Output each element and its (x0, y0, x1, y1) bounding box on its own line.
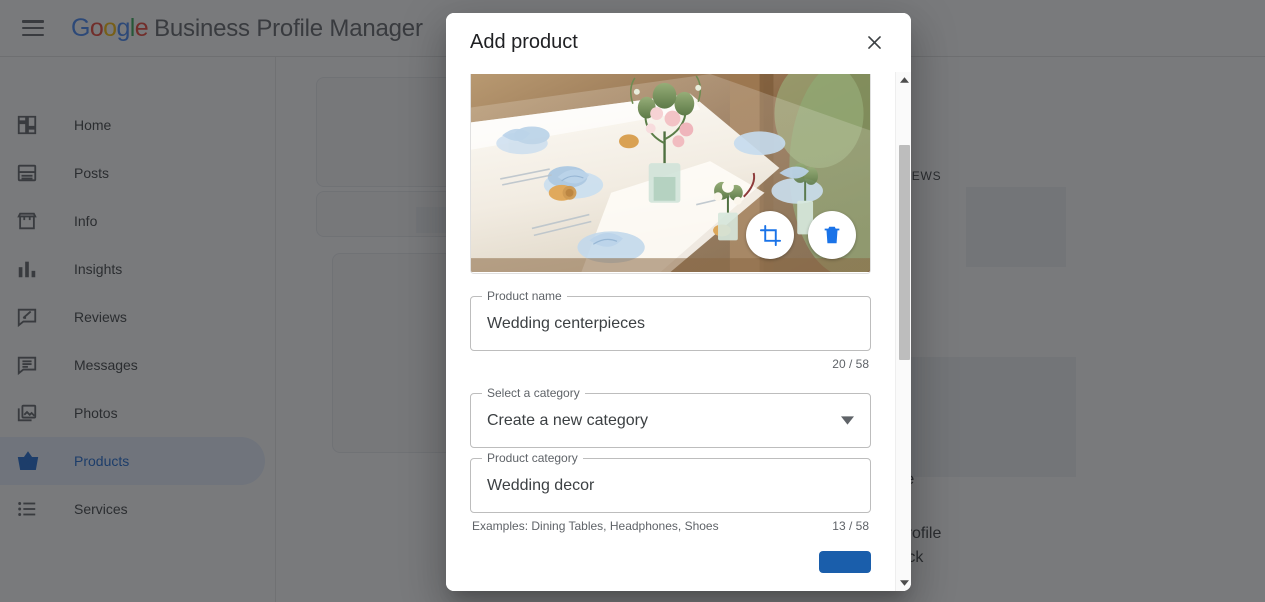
dialog-scroll-area: Product name Wedding centerpieces 20 / 5… (446, 72, 895, 591)
add-product-dialog: Add product (446, 13, 911, 591)
product-name-value: Wedding centerpieces (487, 315, 645, 333)
product-name-hint: 20 / 58 (470, 357, 871, 371)
chevron-down-icon[interactable] (841, 412, 854, 430)
product-category-value: Wedding decor (487, 477, 594, 495)
select-category-dropdown[interactable]: Select a category Create a new category (470, 393, 871, 448)
product-category-hint: Examples: Dining Tables, Headphones, Sho… (470, 519, 871, 533)
crop-icon[interactable] (746, 211, 794, 259)
field-product-category: Product category Wedding decor Examples:… (470, 458, 871, 533)
dialog-body: Product name Wedding centerpieces 20 / 5… (446, 72, 911, 591)
scroll-up-arrow-icon[interactable] (896, 72, 911, 88)
product-category-counter: 13 / 58 (832, 519, 869, 533)
product-name-counter: 20 / 58 (832, 357, 869, 371)
product-category-examples: Examples: Dining Tables, Headphones, Sho… (472, 519, 719, 533)
field-select-category: Select a category Create a new category (470, 393, 871, 448)
close-icon[interactable] (857, 26, 891, 60)
select-category-value: Create a new category (487, 412, 648, 430)
dialog-scrollbar[interactable] (895, 72, 911, 591)
field-product-name: Product name Wedding centerpieces 20 / 5… (470, 296, 871, 371)
trash-icon[interactable] (808, 211, 856, 259)
product-category-input[interactable]: Product category Wedding decor (470, 458, 871, 513)
select-category-label: Select a category (482, 386, 585, 400)
image-action-buttons (746, 211, 856, 259)
product-image-container (470, 74, 871, 274)
dialog-title: Add product (470, 31, 857, 54)
save-button[interactable] (819, 551, 871, 573)
screen: GoogleBusiness Profile Manager Home Post… (0, 0, 1265, 602)
product-name-label: Product name (482, 289, 567, 303)
product-category-label: Product category (482, 451, 583, 465)
product-name-input[interactable]: Product name Wedding centerpieces (470, 296, 871, 351)
dialog-footer (470, 551, 871, 573)
scrollbar-thumb[interactable] (899, 145, 910, 360)
scroll-down-arrow-icon[interactable] (896, 575, 911, 591)
dialog-header: Add product (446, 13, 911, 72)
